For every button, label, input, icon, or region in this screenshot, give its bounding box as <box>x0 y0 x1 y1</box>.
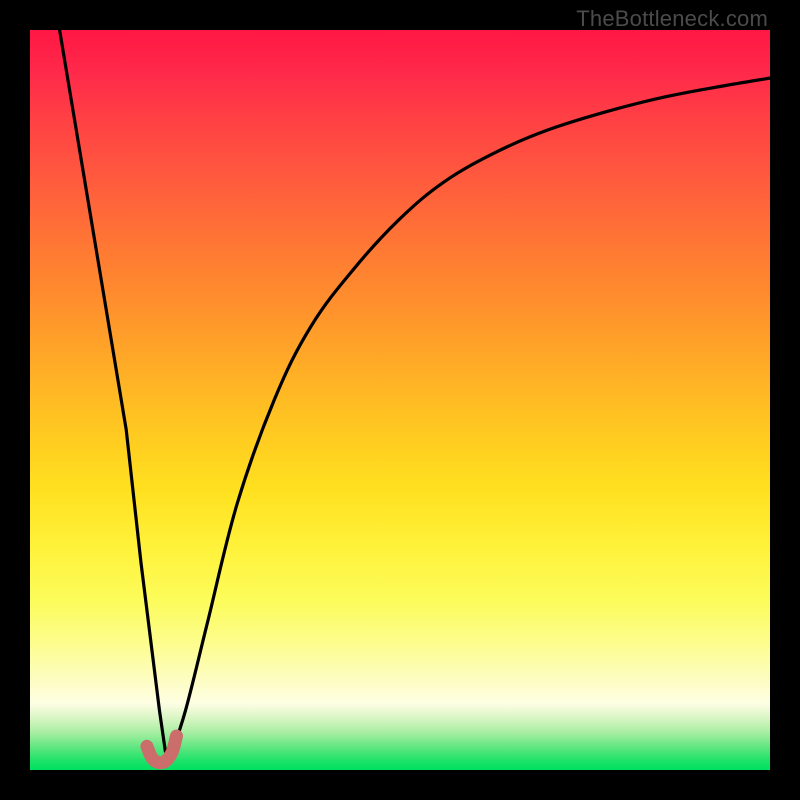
descending-branch <box>60 30 166 752</box>
watermark-text: TheBottleneck.com <box>576 6 768 32</box>
plot-frame <box>30 30 770 770</box>
ascending-branch <box>171 78 770 755</box>
highlight-hook <box>147 736 177 763</box>
plot-curves <box>30 30 770 770</box>
bottleneck-curve <box>60 30 770 755</box>
